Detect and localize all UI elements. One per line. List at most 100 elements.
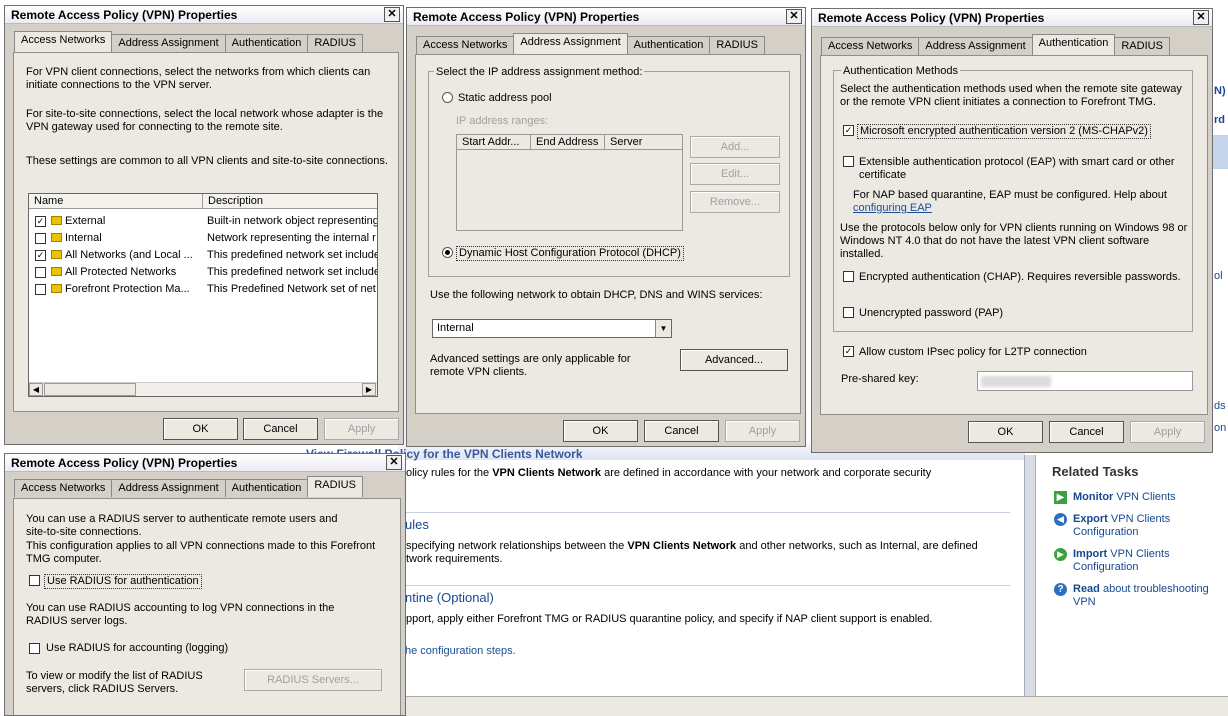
apply-button[interactable]: Apply (1130, 421, 1205, 443)
ip-ranges-label: IP address ranges: (456, 115, 549, 127)
ok-button[interactable]: OK (163, 418, 238, 440)
auth-methods-label: Authentication Methods (841, 65, 960, 77)
right-fragment: ds (1214, 400, 1226, 412)
tab-strip: Access Networks Address Assignment Authe… (14, 31, 363, 52)
tab-strip: Access Networks Address Assignment Authe… (821, 34, 1170, 55)
network-checkbox[interactable] (35, 267, 46, 278)
cancel-button[interactable]: Cancel (243, 418, 318, 440)
tab-access-networks[interactable]: Access Networks (416, 36, 515, 54)
radius-auth-checkbox[interactable] (29, 575, 40, 586)
configuring-eap-link[interactable]: configuring EAP (853, 202, 932, 215)
apply-button[interactable]: Apply (324, 418, 399, 440)
mschap-label[interactable]: Microsoft encrypted authentication versi… (857, 124, 1151, 139)
static-pool-radio[interactable] (442, 92, 453, 103)
radius-accounting-label[interactable]: Use RADIUS for accounting (logging) (46, 642, 228, 655)
apply-button[interactable]: Apply (725, 420, 800, 442)
arrow-right-icon: ▶ (1054, 491, 1067, 504)
ok-button[interactable]: OK (563, 420, 638, 442)
tab-authentication[interactable]: Authentication (224, 34, 309, 52)
column-header-description[interactable]: Description (203, 194, 377, 209)
scroll-left-icon[interactable]: ◀ (29, 383, 43, 396)
radius-accounting-checkbox[interactable] (29, 643, 40, 654)
task-pane-band (1212, 135, 1228, 169)
help-icon: ? (1054, 583, 1067, 596)
pap-label[interactable]: Unencrypted password (PAP) (859, 307, 1003, 320)
tab-radius[interactable]: RADIUS (709, 36, 765, 54)
chevron-down-icon[interactable]: ▼ (655, 320, 671, 337)
configuration-steps-link[interactable]: he configuration steps. (405, 645, 516, 658)
radius-accounting-description: You can use RADIUS accounting to log VPN… (26, 602, 335, 627)
rules-paragraph: specifying network relationships between… (406, 540, 978, 565)
radius-auth-label[interactable]: Use RADIUS for authentication (44, 574, 202, 589)
dhcp-radio[interactable] (442, 247, 453, 258)
network-checkbox[interactable] (35, 284, 46, 295)
quarantine-paragraph: pport, apply either Forefront TMG or RAD… (406, 613, 933, 625)
pane-splitter[interactable] (1024, 455, 1036, 696)
cancel-button[interactable]: Cancel (644, 420, 719, 442)
dhcp-label[interactable]: Dynamic Host Configuration Protocol (DHC… (456, 246, 684, 261)
edit-button[interactable]: Edit... (690, 163, 780, 185)
tab-authentication[interactable]: Authentication (224, 479, 309, 497)
tab-authentication[interactable]: Authentication (626, 36, 711, 54)
related-tasks-title: Related Tasks (1052, 464, 1139, 479)
ipsec-checkbox[interactable]: ✓ (843, 346, 854, 357)
network-checkbox[interactable]: ✓ (35, 216, 46, 227)
column-header-name[interactable]: Name (29, 194, 203, 209)
network-set-icon (51, 250, 62, 259)
arrow-left-circle-icon: ◀ (1054, 513, 1067, 526)
close-icon[interactable]: ✕ (384, 7, 400, 22)
tab-address-assignment[interactable]: Address Assignment (111, 479, 226, 497)
dialog-title-bar[interactable]: Remote Access Policy (VPN) Properties (5, 6, 403, 24)
eap-label[interactable]: Extensible authentication protocol (EAP)… (859, 156, 1189, 182)
cancel-button[interactable]: Cancel (1049, 421, 1124, 443)
radius-servers-button[interactable]: RADIUS Servers... (244, 669, 382, 691)
static-pool-label[interactable]: Static address pool (458, 92, 552, 105)
right-fragment: rd (1214, 114, 1225, 126)
network-checkbox[interactable]: ✓ (35, 250, 46, 261)
close-icon[interactable]: ✕ (386, 455, 402, 470)
preshared-key-field[interactable] (977, 371, 1193, 391)
right-fragment: N) (1214, 85, 1226, 97)
radius-description: You can use a RADIUS server to authentic… (26, 513, 338, 538)
site-description: For site-to-site connections, select the… (26, 108, 384, 133)
eap-checkbox[interactable] (843, 156, 854, 167)
tab-radius[interactable]: RADIUS (307, 34, 363, 52)
legacy-note: Use the protocols below only for VPN cli… (840, 222, 1188, 260)
dialog-title-bar[interactable]: Remote Access Policy (VPN) Properties (5, 454, 405, 472)
arrow-right-circle-icon: ▶ (1054, 548, 1067, 561)
tab-radius[interactable]: RADIUS (1114, 37, 1170, 55)
tab-access-networks[interactable]: Access Networks (14, 479, 113, 497)
dialog-title-bar[interactable]: Remote Access Policy (VPN) Properties (812, 9, 1212, 27)
networks-list[interactable]: Name Description ✓ External Built-in net… (28, 193, 378, 397)
tab-address-assignment[interactable]: Address Assignment (111, 34, 226, 52)
column-header: Start Addr... (457, 135, 531, 150)
close-icon[interactable]: ✕ (1193, 10, 1209, 25)
tab-access-networks[interactable]: Access Networks (14, 31, 113, 52)
remove-button[interactable]: Remove... (690, 191, 780, 213)
close-icon[interactable]: ✕ (786, 9, 802, 24)
chap-label[interactable]: Encrypted authentication (CHAP). Require… (859, 271, 1181, 284)
scroll-thumb[interactable] (44, 383, 136, 396)
tab-strip: Access Networks Address Assignment Authe… (14, 476, 363, 497)
masked-key (981, 376, 1051, 387)
dialog-title-bar[interactable]: Remote Access Policy (VPN) Properties (407, 8, 805, 26)
tab-address-assignment[interactable]: Address Assignment (513, 33, 628, 54)
ok-button[interactable]: OK (968, 421, 1043, 443)
tab-authentication[interactable]: Authentication (1031, 34, 1116, 55)
add-button[interactable]: Add... (690, 136, 780, 158)
horizontal-scrollbar[interactable]: ◀ ▶ (29, 382, 377, 396)
tab-panel: For VPN client connections, select the n… (13, 52, 399, 412)
network-checkbox[interactable] (35, 233, 46, 244)
network-select[interactable]: Internal ▼ (432, 319, 672, 338)
tab-access-networks[interactable]: Access Networks (821, 37, 920, 55)
divider (405, 585, 1010, 586)
pap-checkbox[interactable] (843, 307, 854, 318)
scroll-right-icon[interactable]: ▶ (362, 383, 376, 396)
mschap-checkbox[interactable]: ✓ (843, 125, 854, 136)
ipsec-label[interactable]: Allow custom IPsec policy for L2TP conne… (859, 346, 1087, 359)
chap-checkbox[interactable] (843, 271, 854, 282)
advanced-button[interactable]: Advanced... (680, 349, 788, 371)
common-description: These settings are common to all VPN cli… (26, 155, 388, 167)
tab-radius[interactable]: RADIUS (307, 476, 363, 497)
tab-address-assignment[interactable]: Address Assignment (918, 37, 1033, 55)
